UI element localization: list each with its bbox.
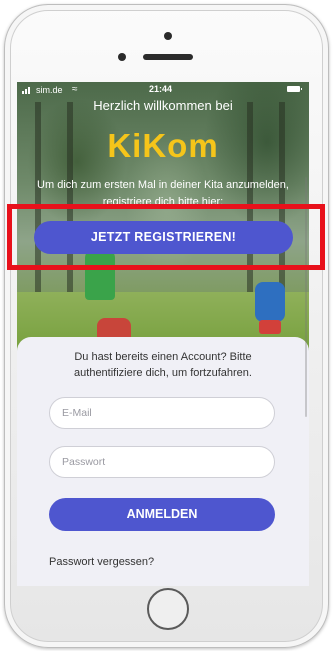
home-button[interactable] [147,588,189,630]
login-prompt: Du hast bereits einen Account? Bitte aut… [74,351,252,379]
forgot-password-link[interactable]: Passwort vergessen? [49,556,154,568]
welcome-text: Herzlich willkommen bei [93,98,233,113]
status-time: 21:44 [149,84,173,94]
carrier-name: sim.de [36,85,63,95]
app-logo: KiKom [107,127,219,164]
login-button[interactable]: ANMELDEN [49,498,275,531]
signal-icon [22,87,32,94]
wifi-icon: ≈ [72,84,78,95]
proximity-sensor [118,53,126,61]
app-screen: sim.de ≈ 21:44 Herzlich willkommen bei K… [17,82,309,586]
battery-icon [287,86,302,92]
email-field[interactable] [49,397,275,429]
front-camera [164,32,172,40]
status-bar: sim.de ≈ 21:44 [17,82,309,98]
login-card: Du hast bereits einen Account? Bitte aut… [17,337,309,586]
earpiece-speaker [143,54,193,60]
password-field[interactable] [49,446,275,478]
highlight-annotation [7,204,325,270]
